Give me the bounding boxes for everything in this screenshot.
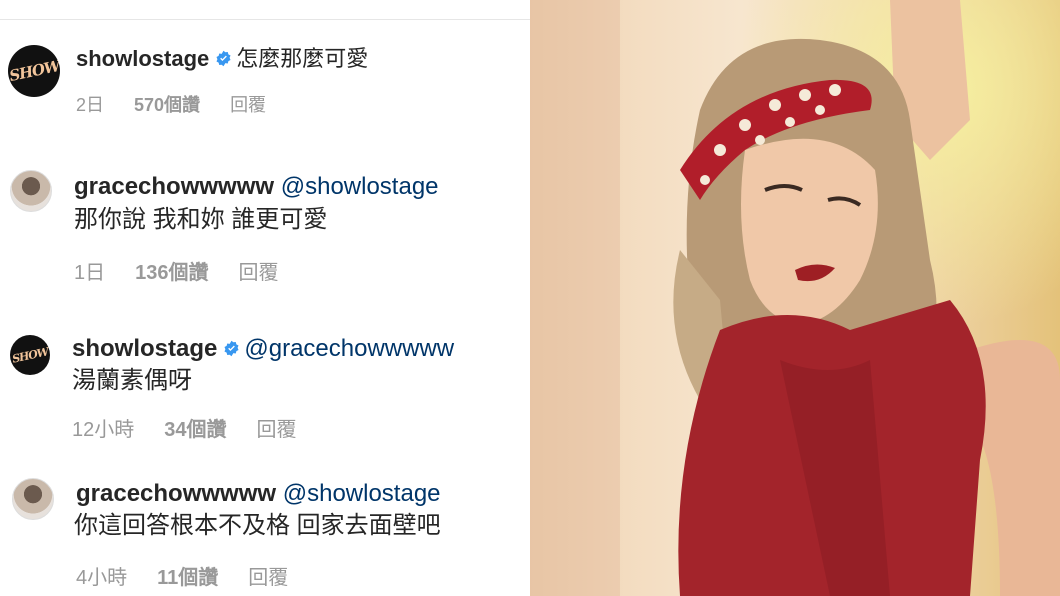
verified-badge-icon xyxy=(216,50,231,67)
reply-button[interactable]: 回覆 xyxy=(248,567,288,589)
reply-button[interactable]: 回覆 xyxy=(230,95,266,115)
avatar[interactable]: SHOW xyxy=(8,45,60,97)
comment-text: showlostage 怎麼那麼可愛 xyxy=(76,44,368,74)
comment-meta: 2日 570個讚 回覆 xyxy=(76,91,296,117)
comment-meta: 12小時 34個讚 回覆 xyxy=(72,413,327,442)
comment-header: showlostage @gracechowwwww xyxy=(72,334,454,364)
timestamp: 1日 xyxy=(74,262,106,284)
avatar[interactable] xyxy=(12,478,54,520)
comment-header: gracechowwwww @showlostage xyxy=(76,479,441,509)
avatar[interactable]: SHOW xyxy=(10,335,50,375)
likes-count[interactable]: 570個讚 xyxy=(134,95,200,115)
mention-link[interactable]: @showlostage xyxy=(283,480,441,507)
likes-count[interactable]: 34個讚 xyxy=(164,419,226,441)
timestamp: 4小時 xyxy=(76,567,128,589)
divider xyxy=(0,19,530,20)
username[interactable]: gracechowwwww xyxy=(74,173,274,200)
show-logo: SHOW xyxy=(8,56,60,86)
comment-body: 湯蘭素偶呀 xyxy=(72,367,192,394)
timestamp: 12小時 xyxy=(72,419,135,441)
comment-body: 怎麼那麼可愛 xyxy=(236,46,369,71)
comments-panel: SHOW showlostage 怎麼那麼可愛 2日 570個讚 回覆 gracech… xyxy=(0,0,530,596)
likes-count[interactable]: 11個讚 xyxy=(157,567,218,589)
reply-button[interactable]: 回覆 xyxy=(257,419,297,441)
avatar[interactable] xyxy=(10,170,52,212)
portrait-image xyxy=(530,0,1060,596)
comment-body: 那你說 我和妳 誰更可愛 xyxy=(74,206,328,233)
comment-body: 你這回答根本不及格 回家去面壁吧 xyxy=(74,512,441,539)
comment-header: gracechowwwww @showlostage xyxy=(74,172,439,202)
mention-link[interactable]: @showlostage xyxy=(281,173,439,200)
username[interactable]: showlostage xyxy=(72,335,217,362)
username[interactable]: gracechowwwww xyxy=(76,480,276,507)
profile-photo xyxy=(530,0,1060,596)
comment-meta: 4小時 11個讚 回覆 xyxy=(76,561,318,590)
mention-link[interactable]: @gracechowwwww xyxy=(244,335,454,362)
comment-meta: 1日 136個讚 回覆 xyxy=(74,256,309,285)
show-logo: SHOW xyxy=(10,344,50,366)
likes-count[interactable]: 136個讚 xyxy=(135,262,208,284)
reply-button[interactable]: 回覆 xyxy=(239,262,279,284)
username[interactable]: showlostage xyxy=(76,46,209,71)
timestamp: 2日 xyxy=(76,95,105,115)
verified-badge-icon xyxy=(224,340,239,357)
